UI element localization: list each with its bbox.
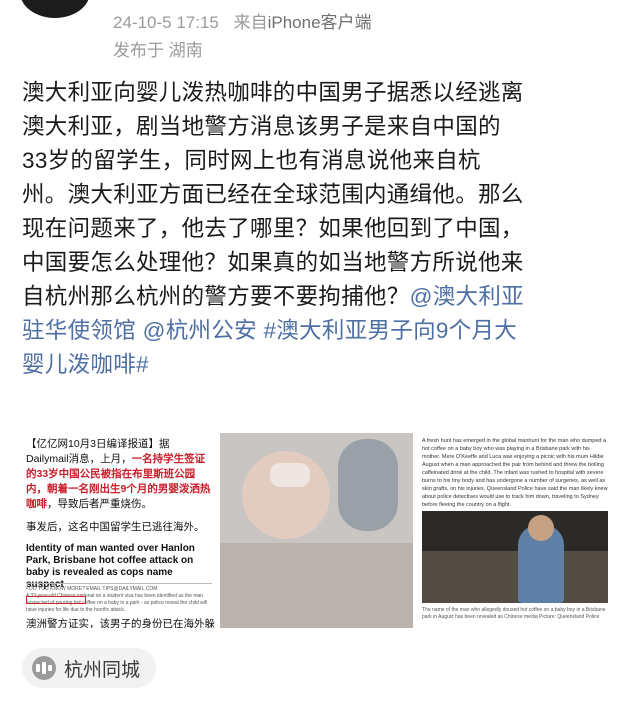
topic-chip[interactable]: 杭州同城	[22, 648, 157, 688]
post-body-line: 州。澳大利亚方面已经在全球范围内通缉他。那么	[22, 182, 524, 207]
news-text: ，导致后者严重烧伤。	[47, 498, 152, 510]
highlight-box	[26, 596, 86, 604]
topic-label: 杭州同城	[64, 659, 141, 681]
divider	[26, 583, 212, 584]
post-body-line: 现在问题来了，他去了哪里？如果他回到了中国，	[22, 216, 524, 241]
post-body-text: 自杭州那么杭州的警方要不要拘捕他？	[22, 284, 410, 309]
post-timestamp: 24-10-5 17:15	[113, 13, 219, 32]
news-text-block: 【亿亿网10月3日编译报道】据Dailymail消息，上月，一名持学生签证的33…	[26, 437, 212, 512]
baby-photo-image[interactable]	[220, 433, 413, 628]
bandage-shape	[270, 463, 310, 487]
media-grid: 【亿亿网10月3日编译报道】据Dailymail消息，上月，一名持学生签证的33…	[22, 433, 612, 628]
news-text: 澳洲警方证实，该男子的身份已在海外躲	[26, 618, 215, 628]
post-meta-time: 24-10-5 17:15 来自iPhone客户端	[113, 8, 372, 33]
post-body-line: 澳大利亚向婴儿泼热咖啡的中国男子据悉以经逃离	[22, 80, 524, 105]
post-source-link[interactable]: iPhone客户端	[268, 13, 372, 32]
news-byline: • DO YOU KNOW MORE? EMAIL TIPS@DAILYMAIL…	[26, 586, 158, 592]
article-text: A fresh hunt has emerged in the global m…	[422, 438, 608, 508]
post-body-line: 澳大利亚，剧当地警方消息该男子是来自中国的	[22, 114, 501, 139]
hashtag-link-continued[interactable]: 婴儿泼咖啡#	[22, 352, 149, 377]
post-body: 澳大利亚向婴儿泼热咖啡的中国男子据悉以经逃离 澳大利亚，剧当地警方消息该男子是来…	[22, 76, 610, 382]
post-body-line: 驻华使领馆 @杭州公安 #澳大利亚男子向9个月大	[22, 314, 610, 348]
photo-caption: The name of the man who allegedly doused…	[422, 607, 606, 620]
news-article-image[interactable]: A fresh hunt has emerged in the global m…	[418, 433, 612, 628]
mention-link-continued[interactable]: 驻华使领馆	[22, 318, 136, 343]
mention-link[interactable]: @杭州公安	[143, 318, 257, 343]
news-text: 事发后，这名中国留学生已逃往海外。	[26, 521, 205, 533]
avatar[interactable]	[20, 0, 90, 18]
suspect-cctv-photo	[422, 511, 608, 603]
post-location: 发布于 湖南	[113, 41, 203, 60]
blanket-shape	[220, 543, 413, 628]
post-body-line: 婴儿泼咖啡#	[22, 348, 610, 382]
shelf-shape	[422, 551, 608, 603]
city-buildings-icon	[32, 656, 56, 680]
news-screenshot-image[interactable]: 【亿亿网10月3日编译报道】据Dailymail消息，上月，一名持学生签证的33…	[22, 433, 215, 628]
head-shape	[528, 515, 554, 541]
hashtag-link[interactable]: #澳大利亚男子向9个月大	[263, 318, 517, 343]
post-header: 24-10-5 17:15 来自iPhone客户端 发布于 湖南	[0, 0, 626, 62]
source-prefix: 来自	[233, 13, 268, 32]
mention-link[interactable]: @澳大利亚	[410, 284, 524, 309]
post-body-line: 33岁的留学生，同时网上也有消息说他来自杭	[22, 148, 481, 173]
post-body-line: 中国要怎么处理他？如果真的如当地警方所说他来	[22, 250, 524, 275]
post-body-line: 自杭州那么杭州的警方要不要拘捕他？@澳大利亚	[22, 280, 610, 314]
gloved-hand-shape	[338, 439, 398, 531]
